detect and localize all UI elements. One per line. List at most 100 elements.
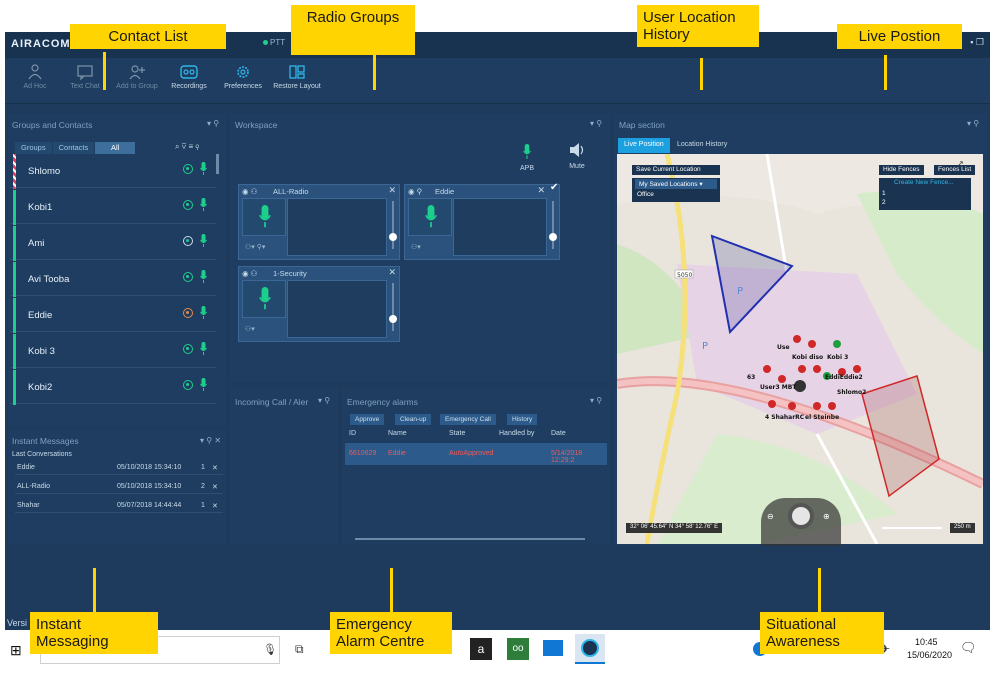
windows-start-icon[interactable]: ⊞ <box>10 642 22 659</box>
ptt-tab[interactable]: PTT <box>263 38 285 47</box>
mic-icon[interactable] <box>200 270 207 284</box>
tripadvisor-icon[interactable]: oo <box>507 638 529 660</box>
zoom-out-icon[interactable]: ⊖ <box>767 512 774 521</box>
tab-all[interactable]: All <box>95 142 136 154</box>
zoom-slider[interactable] <box>882 527 942 529</box>
zoom-in-icon[interactable]: ⊕ <box>823 512 830 521</box>
group-members-icon[interactable]: ⚇▾ <box>411 243 421 251</box>
fences-list-button[interactable]: Fences List <box>934 165 976 175</box>
list-item[interactable]: Kobi2 <box>10 370 216 405</box>
mail-icon[interactable] <box>543 640 563 656</box>
conversation-row[interactable]: Shahar 05/07/2018 14:44:44 1 ✕ <box>15 499 223 513</box>
conversation-row[interactable]: Eddie 05/10/2018 15:34:10 1 ✕ <box>15 461 223 475</box>
ptt-button[interactable] <box>408 198 452 236</box>
location-icon[interactable] <box>183 236 193 246</box>
group-members-icon[interactable]: ⚇▾ <box>245 325 255 333</box>
list-item[interactable]: Kobi1 <box>10 190 216 225</box>
pin-icon[interactable]: ▾ ⚲ <box>318 396 330 405</box>
map-navigation-control[interactable]: ⊖ ⊕ <box>761 498 841 546</box>
clock-date[interactable]: 15/06/2020 <box>907 650 952 660</box>
close-icon[interactable]: ✕ <box>388 267 396 278</box>
location-icon[interactable] <box>183 164 193 174</box>
pin-icon[interactable]: ▾ ⚲ <box>207 119 219 128</box>
location-icon[interactable] <box>183 380 193 390</box>
clean-up-button[interactable]: Clean-up <box>395 414 432 425</box>
status-bar <box>13 262 16 297</box>
check-icon[interactable]: ✔ <box>550 182 558 193</box>
notifications-icon[interactable]: 🗨 <box>960 640 977 656</box>
saved-locations-dropdown[interactable]: My Saved Locations ▾ Office <box>632 178 720 202</box>
list-item[interactable]: Eddie <box>10 298 216 333</box>
add-to-group-button[interactable]: Add to Group <box>107 64 167 90</box>
approve-button[interactable]: Approve <box>350 414 385 425</box>
mic-icon[interactable] <box>200 342 207 356</box>
list-item[interactable]: Ami <box>10 226 216 261</box>
mic-icon[interactable] <box>200 198 207 212</box>
close-icon[interactable]: ✕ <box>537 185 545 196</box>
close-icon[interactable]: ✕ <box>212 464 218 472</box>
alarms-scrollbar[interactable] <box>355 538 585 540</box>
radio-group-card[interactable]: ◉ ⚇ 1-Security ✕ ⚇▾ <box>238 266 400 342</box>
ptt-button[interactable] <box>242 280 286 318</box>
location-icon[interactable] <box>183 272 193 282</box>
close-icon[interactable]: ✕ <box>388 185 396 196</box>
create-fence-link[interactable]: Create New Fence... <box>894 179 954 186</box>
list-item[interactable]: Shlomo <box>10 154 216 189</box>
save-location-button[interactable]: Save Current Location <box>632 165 720 175</box>
close-icon[interactable]: ✕ <box>212 483 218 491</box>
ptt-button[interactable] <box>242 198 286 236</box>
restore-layout-button[interactable]: Restore Layout <box>267 64 327 90</box>
pin-icon[interactable]: ▾ ⚲ <box>967 119 979 128</box>
microphone-icon[interactable]: 🎙 <box>263 643 277 656</box>
tab-contacts[interactable]: Contacts <box>52 142 95 154</box>
tab-groups[interactable]: Groups <box>15 142 52 154</box>
emergency-call-button[interactable]: Emergency Call <box>440 414 496 425</box>
mute-button[interactable]: Mute <box>562 142 592 170</box>
mic-icon[interactable] <box>200 162 207 176</box>
volume-slider[interactable] <box>389 283 397 331</box>
table-row[interactable]: 6610629 Eddie AutoApproved 5/14/2018 12:… <box>345 443 607 465</box>
instant-messages-title: Instant Messages <box>12 436 79 446</box>
close-icon[interactable]: ✕ <box>212 502 218 510</box>
conversation-row[interactable]: ALL-Radio 05/10/2018 15:34:10 2 ✕ <box>15 480 223 494</box>
preferences-button[interactable]: Preferences <box>213 64 273 90</box>
list-item[interactable]: Kobi 3 <box>10 334 216 369</box>
fence-item[interactable]: 2 <box>882 199 886 206</box>
location-icon[interactable] <box>183 200 193 210</box>
window-controls[interactable]: ▪ ❐ <box>970 37 984 48</box>
list-item[interactable]: Avi Tooba <box>10 262 216 297</box>
text-chat-button[interactable]: Text Chat <box>55 64 115 90</box>
fence-item[interactable]: 1 <box>882 190 886 197</box>
card-header: ◉ ⚲ Eddie ✕ <box>408 185 545 196</box>
recordings-button[interactable]: Recordings <box>159 64 219 90</box>
compass-icon[interactable] <box>788 503 814 529</box>
incoming-call-title: Incoming Call / Aler <box>235 397 309 407</box>
pin-icon[interactable]: ▾ ⚲ <box>590 119 602 128</box>
map-view[interactable]: Use Kobi diso Kobi 3 63 User3 MBT EddiEd… <box>617 154 983 544</box>
clock-time[interactable]: 10:45 <box>915 637 938 647</box>
radio-group-card[interactable]: ◉ ⚇ ALL-Radio ✕ ⚇▾ ⚲▾ <box>238 184 400 260</box>
panel-controls-icon[interactable]: ▾ ⚲ ✕ <box>200 436 221 445</box>
amazon-icon[interactable]: a <box>470 638 492 660</box>
location-icon[interactable] <box>183 344 193 354</box>
mic-icon[interactable] <box>200 378 207 392</box>
pin-icon[interactable]: ▾ ⚲ <box>590 396 602 405</box>
location-icon[interactable] <box>183 308 193 318</box>
hide-fences-button[interactable]: Hide Fences <box>879 165 924 175</box>
mic-icon[interactable] <box>200 306 207 320</box>
saved-location-item[interactable]: Office <box>637 191 654 198</box>
contacts-scrollbar[interactable] <box>216 154 219 174</box>
emergency-alarms-panel <box>342 387 610 545</box>
volume-slider[interactable] <box>389 201 397 249</box>
history-button[interactable]: History <box>507 414 538 425</box>
volume-slider[interactable] <box>549 201 557 249</box>
search-filter-icons[interactable]: ⌕ ⊽ ≡ ⚲ <box>175 142 199 152</box>
task-view-icon[interactable]: ⧉ <box>295 642 304 657</box>
tab-live-position[interactable]: Live Position <box>618 138 670 153</box>
contact-card[interactable]: ◉ ⚲ Eddie ✕ ⚇▾ <box>404 184 560 260</box>
tab-location-history[interactable]: Location History <box>673 138 731 153</box>
group-members-icon[interactable]: ⚇▾ ⚲▾ <box>245 243 265 251</box>
mic-icon[interactable] <box>200 234 207 248</box>
airacom-taskbar-icon[interactable] <box>575 634 605 664</box>
apb-button[interactable]: APB <box>512 144 542 172</box>
